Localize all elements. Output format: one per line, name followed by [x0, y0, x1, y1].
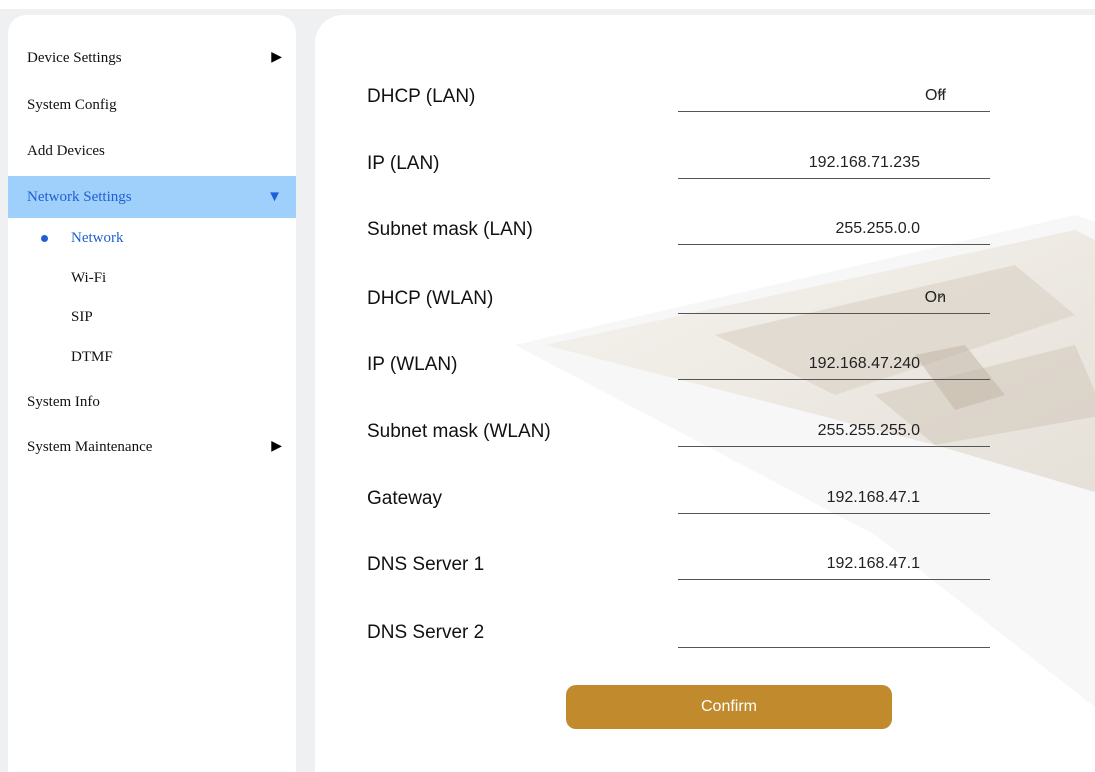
ip-lan-label: IP (LAN)	[367, 153, 440, 174]
sidebar-subitem-wifi[interactable]: Wi-Fi	[8, 258, 296, 298]
dns2-field[interactable]	[678, 614, 990, 648]
sidebar-subitem-dtmf[interactable]: DTMF	[8, 337, 296, 377]
sidebar-item-label: Device Settings	[27, 50, 122, 66]
subnet-lan-field[interactable]: 255.255.0.0	[678, 211, 990, 245]
ip-wlan-value: 192.168.47.240	[808, 355, 920, 372]
dns1-row: DNS Server 1 192.168.47.1	[367, 546, 990, 586]
dhcp-wlan-row: DHCP (WLAN) On ⌄	[367, 280, 990, 320]
background-device-illustration	[515, 215, 1095, 708]
sidebar-item-system-maintenance[interactable]: System Maintenance ▶	[8, 426, 296, 468]
subnet-lan-label: Subnet mask (LAN)	[367, 219, 533, 240]
subnet-wlan-value: 255.255.255.0	[817, 422, 920, 439]
sidebar-item-add-devices[interactable]: Add Devices	[8, 130, 296, 172]
dns2-row: DNS Server 2	[367, 614, 990, 654]
ip-lan-field[interactable]: 192.168.71.235	[678, 145, 990, 179]
subnet-wlan-label: Subnet mask (WLAN)	[367, 421, 551, 442]
sidebar-subitem-label: DTMF	[71, 349, 113, 365]
sidebar-item-label: Network Settings	[27, 189, 132, 205]
gateway-row: Gateway 192.168.47.1	[367, 480, 990, 520]
ip-wlan-field[interactable]: 192.168.47.240	[678, 346, 990, 380]
sidebar-item-label: System Info	[27, 394, 100, 410]
chevron-down-icon: ⌄	[935, 84, 946, 99]
caret-right-icon: ▶	[271, 439, 282, 454]
gateway-label: Gateway	[367, 488, 442, 509]
sidebar-subitem-network[interactable]: Network	[8, 218, 296, 258]
sidebar-subitem-label: Wi-Fi	[71, 270, 107, 286]
confirm-button[interactable]: Confirm	[566, 685, 892, 729]
ip-wlan-label: IP (WLAN)	[367, 354, 458, 375]
sidebar-item-network-settings[interactable]: Network Settings ▼	[8, 176, 296, 218]
dhcp-lan-row: DHCP (LAN) Off ⌄	[367, 78, 990, 118]
sidebar-item-label: Add Devices	[27, 143, 105, 159]
ip-lan-row: IP (LAN) 192.168.71.235	[367, 145, 990, 185]
active-dot-icon	[41, 235, 48, 242]
top-strip	[0, 0, 1095, 9]
sidebar: Device Settings ▶ System Config Add Devi…	[8, 15, 296, 772]
ip-lan-value: 192.168.71.235	[808, 154, 920, 171]
caret-down-icon: ▼	[267, 189, 282, 205]
sidebar-item-device-settings[interactable]: Device Settings ▶	[8, 37, 296, 79]
gateway-field[interactable]: 192.168.47.1	[678, 480, 990, 514]
gateway-value: 192.168.47.1	[826, 489, 920, 506]
dhcp-lan-select[interactable]: Off ⌄	[678, 78, 990, 112]
sidebar-item-system-config[interactable]: System Config	[8, 84, 296, 126]
dns1-label: DNS Server 1	[367, 554, 485, 575]
main-panel: DHCP (LAN) Off ⌄ IP (LAN) 192.168.71.235…	[315, 15, 1095, 772]
sidebar-item-label: System Config	[27, 97, 117, 113]
subnet-lan-value: 255.255.0.0	[835, 220, 920, 237]
dhcp-wlan-select[interactable]: On ⌄	[678, 280, 990, 314]
subnet-wlan-field[interactable]: 255.255.255.0	[678, 413, 990, 447]
dhcp-wlan-label: DHCP (WLAN)	[367, 288, 494, 309]
sidebar-item-system-info[interactable]: System Info	[8, 381, 296, 423]
dns1-field[interactable]: 192.168.47.1	[678, 546, 990, 580]
sidebar-subitem-label: SIP	[71, 309, 93, 325]
subnet-wlan-row: Subnet mask (WLAN) 255.255.255.0	[367, 413, 990, 453]
subnet-lan-row: Subnet mask (LAN) 255.255.0.0	[367, 211, 990, 251]
ip-wlan-row: IP (WLAN) 192.168.47.240	[367, 346, 990, 386]
dhcp-lan-label: DHCP (LAN)	[367, 86, 476, 107]
sidebar-subitem-label: Network	[71, 230, 124, 246]
dns2-label: DNS Server 2	[367, 622, 485, 643]
chevron-down-icon: ⌄	[935, 286, 946, 301]
caret-right-icon: ▶	[271, 50, 282, 65]
sidebar-subitem-sip[interactable]: SIP	[8, 297, 296, 337]
sidebar-item-label: System Maintenance	[27, 439, 153, 455]
dns1-value: 192.168.47.1	[826, 555, 920, 572]
